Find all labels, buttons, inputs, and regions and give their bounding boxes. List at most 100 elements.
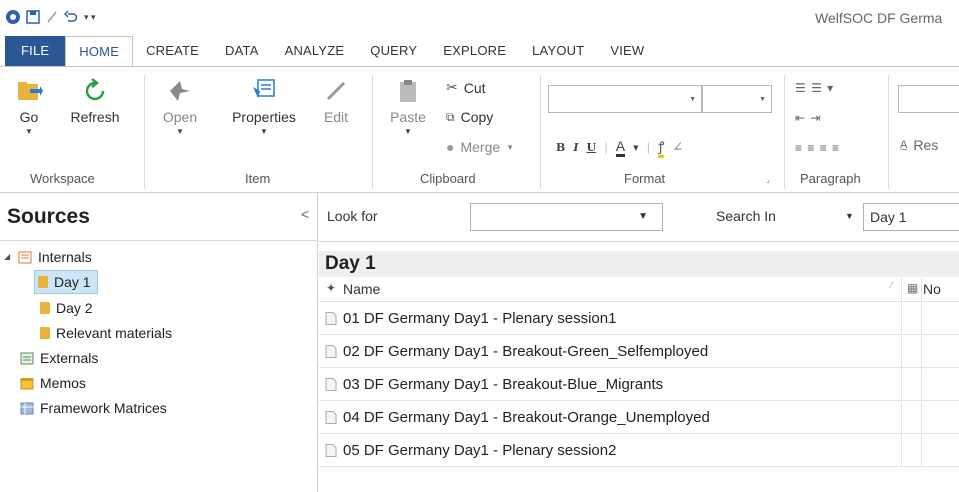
divider: | [646,141,651,154]
table-row[interactable]: 02 DF Germany Day1 - Breakout-Green_Self… [319,336,959,368]
tab-create[interactable]: CREATE [133,36,212,66]
list-header: ✦ Name ⁄ ▦ No [319,278,959,302]
column-separator [901,402,902,433]
tab-query[interactable]: QUERY [357,36,430,66]
tab-analyze[interactable]: ANALYZE [272,36,358,66]
divider: | [604,141,608,154]
column-separator[interactable] [901,278,902,301]
group-label-paragraph: Paragraph [800,171,861,186]
open-button[interactable]: Open ▼ [152,77,208,136]
merge-icon: ● [446,139,455,155]
edit-button[interactable]: Edit [314,77,358,125]
sources-pane: Sources < ◢ Internals Day 1 Day 2 Releva… [0,193,318,492]
format-toolbar: B I U | A ▼ | ꝭ ∠ [556,137,683,158]
tab-file[interactable]: FILE [5,36,66,66]
merge-button[interactable]: ● Merge ▼ [446,139,514,155]
chevron-down-icon: ▼ [176,127,184,136]
reset-style-button[interactable]: A̲ Res [900,137,938,153]
search-in-label: Search In [716,208,776,224]
pencil-icon[interactable] [46,10,58,24]
undo-icon[interactable] [64,10,78,24]
cut-button[interactable]: ✂ Cut [446,79,486,96]
font-size-combo[interactable]: ▼ [702,85,772,113]
underline-button[interactable]: U [586,141,596,154]
ribbon-tabs: FILE HOME CREATE DATA ANALYZE QUERY EXPL… [0,36,959,67]
paste-button[interactable]: Paste ▼ [382,77,434,136]
tree-item-day-2[interactable]: Day 2 [40,296,93,320]
chevron-down-icon[interactable]: ▼ [638,211,648,222]
tab-home[interactable]: HOME [65,36,134,67]
tree-item-label: Externals [40,350,99,366]
chevron-down-icon[interactable]: ▼ [633,144,638,152]
indent-buttons[interactable]: ⇤ ⇥ [795,111,821,125]
style-combo[interactable] [898,85,959,113]
collapse-pane-button[interactable]: < [301,206,309,222]
externals-icon [20,352,34,364]
group-label-clipboard: Clipboard [420,171,476,186]
tree-item-memos[interactable]: Memos [20,371,86,395]
tree-item-framework-matrices[interactable]: Framework Matrices [20,396,167,420]
clipboard-icon [400,80,416,102]
group-label-item: Item [245,171,271,186]
table-row[interactable]: 03 DF Germany Day1 - Breakout-Blue_Migra… [319,369,959,401]
copy-icon: ⧉ [446,109,455,124]
look-for-input[interactable]: ▼ [470,203,663,231]
list-buttons[interactable]: ☰ ☰ ▾ [795,81,834,95]
floppy-icon[interactable] [26,10,40,24]
tree-item-day-1[interactable]: Day 1 [34,270,98,294]
tree-item-internals[interactable]: ◢ Internals [4,245,92,269]
tab-layout[interactable]: LAYOUT [519,36,597,66]
group-separator [540,75,541,189]
italic-button[interactable]: I [573,141,578,154]
dialog-launcher-icon[interactable]: ⌟ [766,175,770,184]
tree-item-label: Day 2 [56,300,93,316]
tree-item-relevant-materials[interactable]: Relevant materials [40,321,172,345]
table-row[interactable]: 05 DF Germany Day1 - Plenary session2 [319,435,959,467]
column-header-nodes[interactable]: No [923,281,941,297]
pencil-icon [326,81,346,101]
qat-customize-dropdown[interactable]: ▾ ▾ [84,9,96,25]
open-label: Open [162,109,198,125]
search-in-combo[interactable]: Day 1 [863,203,959,231]
group-separator [888,75,889,189]
column-separator [901,435,902,466]
search-in-dropdown-arrow[interactable]: ▼ [845,211,854,221]
chevron-down-icon: ▼ [260,127,268,136]
column-separator [921,402,922,433]
properties-button[interactable]: Properties ▼ [218,77,310,136]
table-row[interactable]: 01 DF Germany Day1 - Plenary session1 [319,303,959,335]
go-label: Go [19,109,39,125]
paste-label: Paste [390,109,426,125]
highlight-icon[interactable]: ꝭ [658,137,665,158]
tab-data[interactable]: DATA [212,36,272,66]
look-for-label: Look for [327,208,378,224]
copy-button[interactable]: ⧉ Copy [446,109,493,125]
tree-item-label: Memos [40,375,86,391]
tree-item-externals[interactable]: Externals [20,346,98,370]
pin-icon[interactable]: ✦ [326,281,336,295]
tab-view[interactable]: VIEW [597,36,657,66]
document-icon [325,444,337,457]
title-bar: ▾ ▾ WelfSOC DF Germa [0,0,959,36]
go-button[interactable]: Go ▼ [8,77,50,136]
sources-list-view: Day 1 ✦ Name ⁄ ▦ No 01 DF Germany Day1 -… [319,242,959,492]
font-color-button[interactable]: A [615,138,626,157]
tab-explore[interactable]: EXPLORE [430,36,519,66]
nodes-column-icon: ▦ [907,281,919,295]
refresh-label: Refresh [70,109,120,125]
expanded-triangle-icon[interactable]: ◢ [4,245,12,269]
bold-button[interactable]: B [556,141,565,154]
align-buttons[interactable]: ≡ ≡ ≡ ≡ [795,141,840,155]
chevron-down-icon: ▼ [404,127,412,136]
window-title: WelfSOC DF Germa [815,10,943,26]
column-header-name[interactable]: Name [343,281,380,297]
table-row[interactable]: 04 DF Germany Day1 - Breakout-Orange_Une… [319,402,959,434]
tree-item-label: Internals [38,249,92,265]
list-title: Day 1 [319,251,959,277]
pen-icon[interactable]: ∠ [672,140,683,155]
refresh-icon [85,78,105,101]
column-separator[interactable] [921,278,922,301]
refresh-button[interactable]: Refresh [60,77,130,125]
open-pin-icon [170,81,190,101]
font-family-combo[interactable]: ▼ [548,85,702,113]
